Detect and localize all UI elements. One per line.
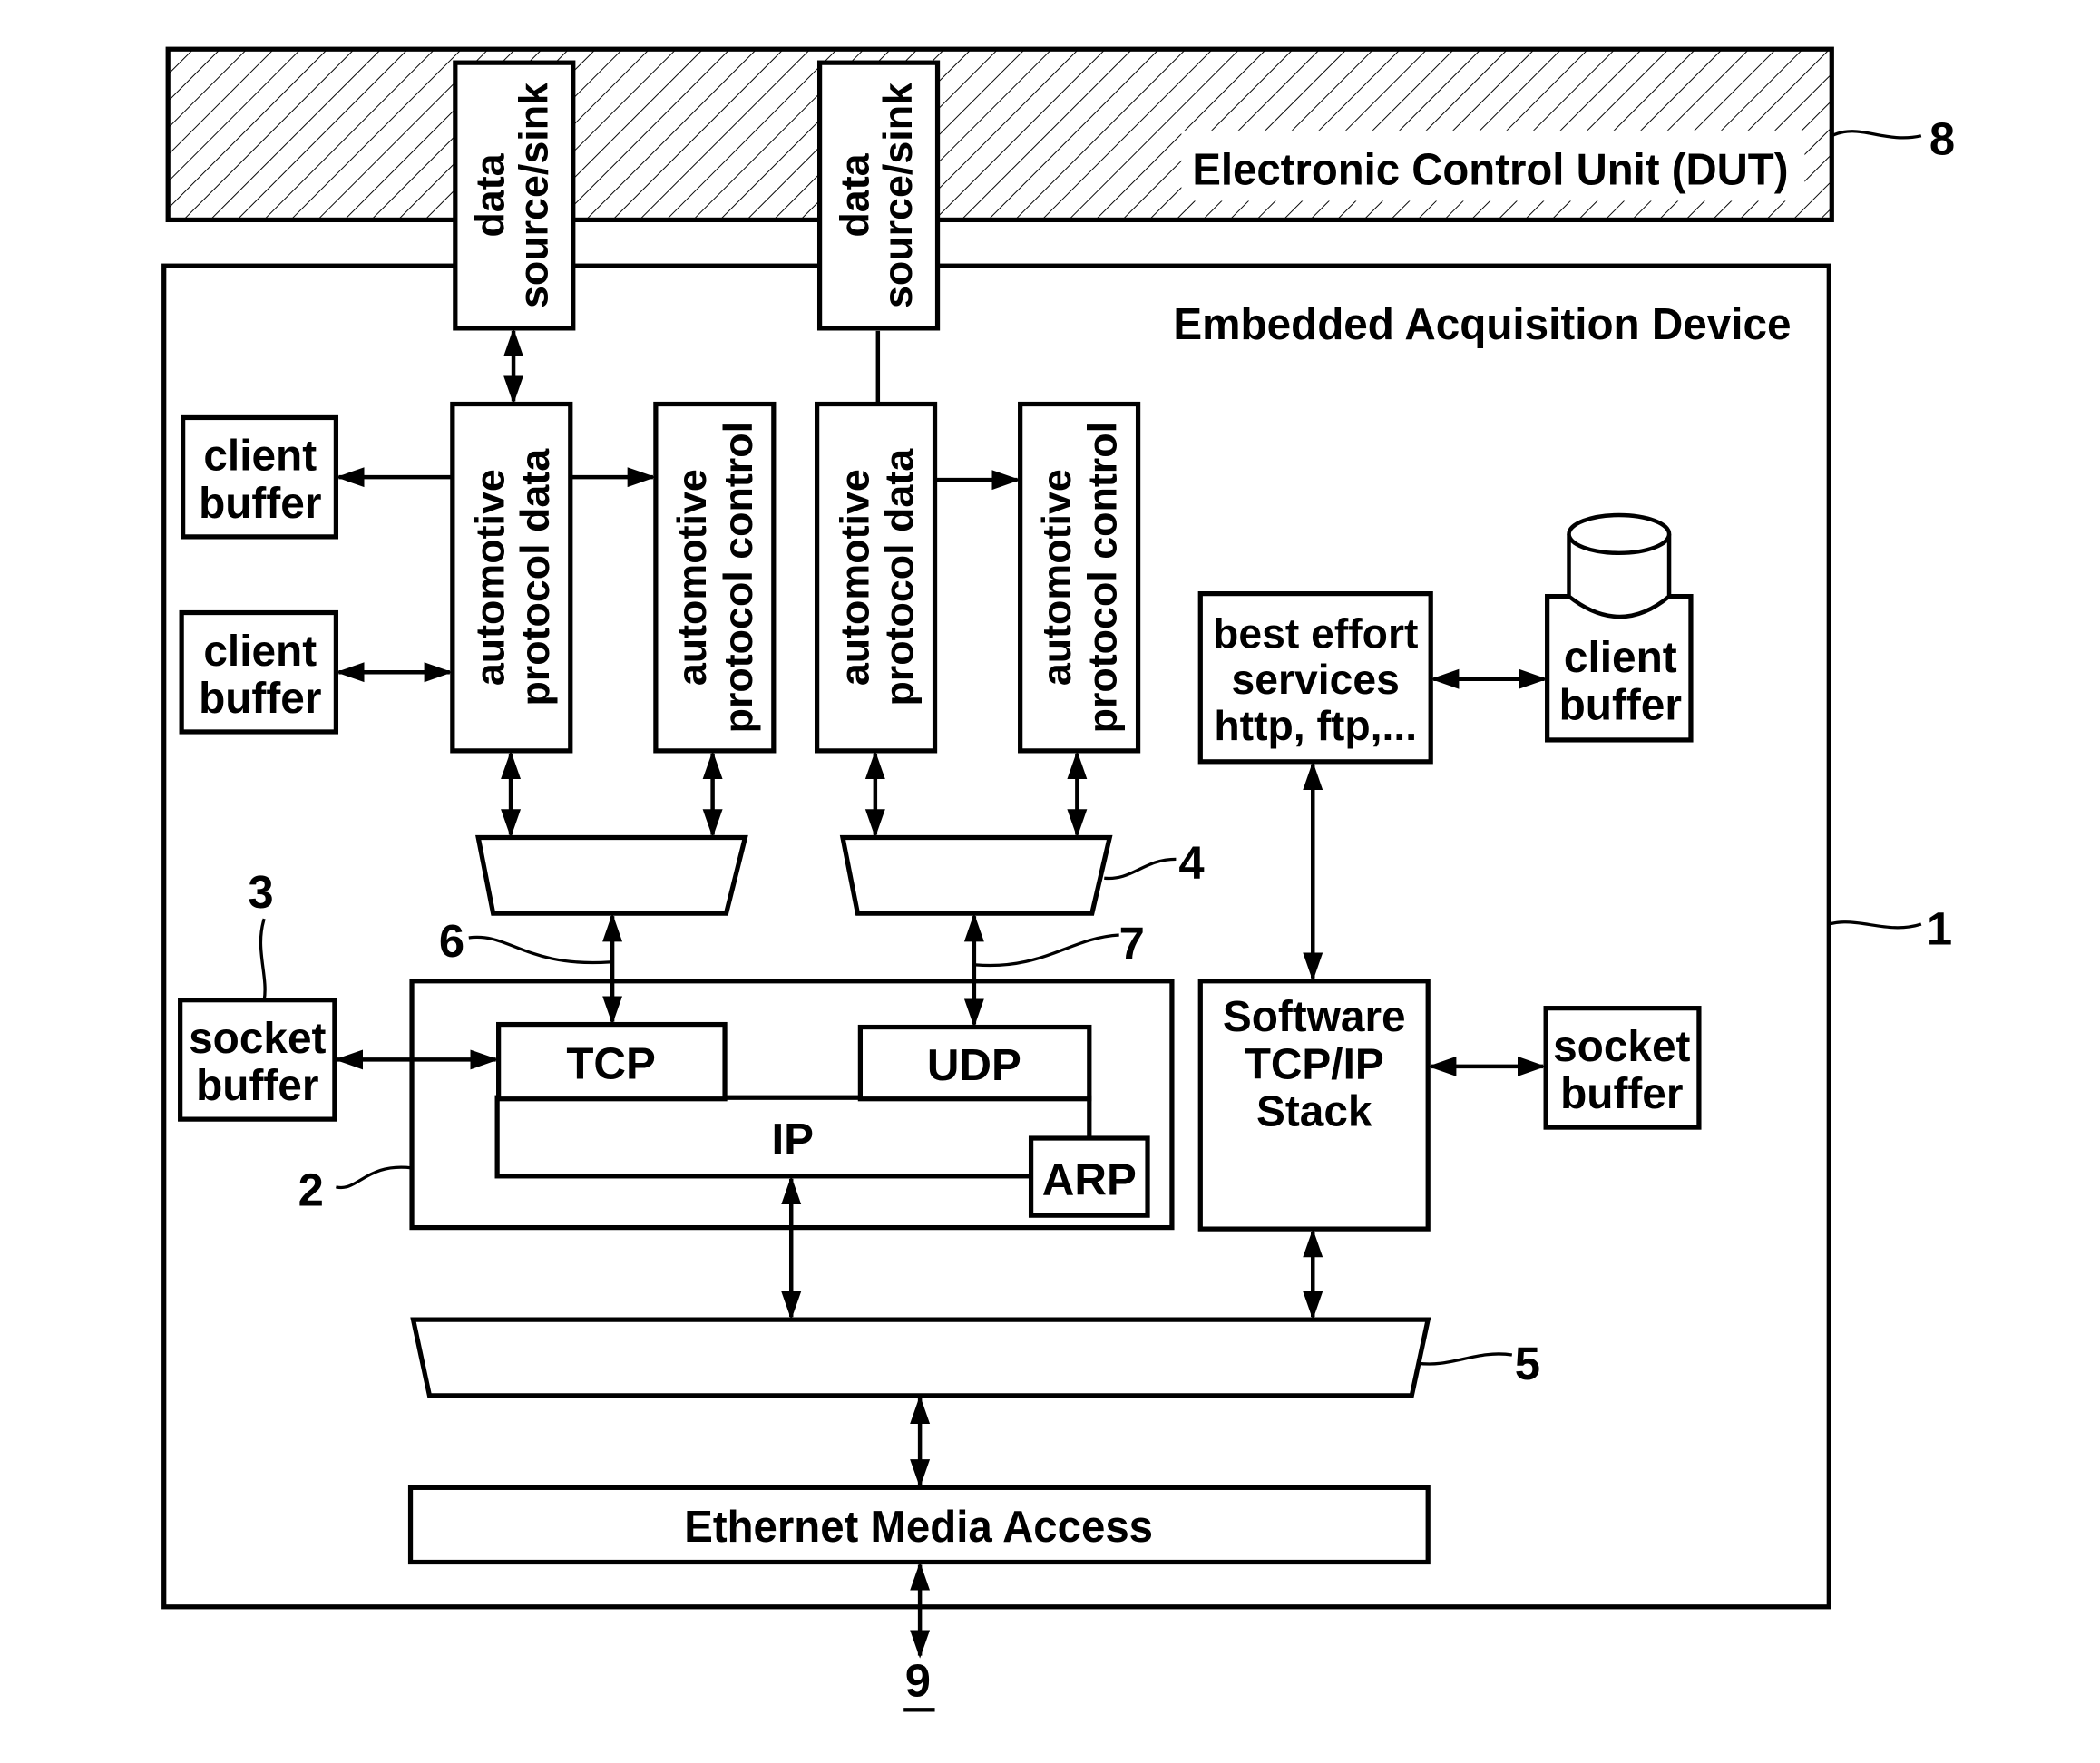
udp-link-ref-number: 7: [1119, 918, 1145, 969]
svg-text:data: data: [832, 152, 877, 237]
svg-text:buffer: buffer: [1559, 682, 1682, 730]
protocol-data-2: automotive protocol data: [814, 401, 938, 754]
tcp-label: TCP: [566, 1038, 656, 1088]
svg-text:protocol control: protocol control: [1080, 422, 1126, 733]
mux-lower: [410, 1317, 1431, 1398]
svg-text:Software: Software: [1223, 993, 1406, 1041]
svg-text:source/sink: source/sink: [875, 83, 921, 308]
svg-text:automotive: automotive: [468, 469, 513, 686]
udp-label: UDP: [927, 1040, 1021, 1090]
ecu-label: Electronic Control Unit (DUT): [1192, 145, 1788, 195]
mux-right: [839, 834, 1113, 916]
svg-text:client: client: [203, 628, 317, 676]
block-diagram: Electronic Control Unit (DUT) 8 Embedded…: [161, 46, 1955, 1712]
tcp-link-ref-number: 6: [439, 915, 464, 967]
arp-label: ARP: [1042, 1155, 1137, 1205]
socket-buffer-ref-number: 3: [248, 866, 273, 918]
ethernet-ref-number: 9: [905, 1654, 931, 1706]
socket-buffer-2: socket buffer: [1543, 1006, 1702, 1130]
svg-text:protocol control: protocol control: [716, 422, 761, 733]
svg-text:source/sink: source/sink: [511, 83, 556, 308]
ethernet-label: Ethernet Media Access: [684, 1502, 1153, 1552]
svg-text:socket: socket: [1553, 1023, 1690, 1071]
device-label: Embedded Acquisition Device: [1173, 299, 1791, 349]
mux-left: [475, 834, 748, 916]
socket-buffer-1: socket buffer: [178, 998, 337, 1122]
device-ref-number: 1: [1927, 902, 1952, 954]
svg-text:automotive: automotive: [1034, 469, 1079, 686]
svg-text:automotive: automotive: [832, 469, 877, 686]
svg-text:buffer: buffer: [199, 480, 321, 528]
protocol-control-1: automotive protocol control: [653, 401, 777, 754]
svg-text:client: client: [203, 433, 317, 481]
mux-ref-number: 4: [1178, 836, 1204, 888]
svg-text:automotive: automotive: [669, 469, 715, 686]
ip-label: IP: [771, 1115, 814, 1164]
client-buffer-1: client buffer: [181, 414, 339, 540]
svg-text:buffer: buffer: [199, 675, 321, 723]
best-effort-services: best effort services http, ftp,...: [1197, 591, 1433, 765]
svg-text:client: client: [1564, 634, 1677, 682]
software-tcpip-stack: Software TCP/IP Stack: [1197, 979, 1431, 1232]
svg-text:Stack: Stack: [1256, 1088, 1372, 1136]
device-ref-leader: [1828, 920, 1922, 930]
svg-text:protocol data: protocol data: [513, 448, 558, 706]
svg-text:data: data: [468, 152, 513, 237]
svg-text:buffer: buffer: [1560, 1070, 1683, 1118]
device-frame: [161, 263, 1831, 1610]
svg-text:best effort: best effort: [1213, 609, 1418, 657]
svg-text:socket: socket: [189, 1015, 326, 1063]
protocol-data-1: automotive protocol data: [450, 401, 573, 754]
svg-text:TCP/IP: TCP/IP: [1245, 1040, 1384, 1088]
svg-text:http, ftp,...: http, ftp,...: [1214, 702, 1417, 749]
data-source-sink-1: data source/sink: [453, 60, 576, 331]
client-buffer-2: client buffer: [179, 609, 339, 735]
svg-text:buffer: buffer: [196, 1062, 318, 1110]
svg-text:services: services: [1232, 656, 1400, 703]
ecu-ref-leader: [1831, 130, 1922, 140]
data-source-sink-2: data source/sink: [816, 60, 941, 331]
ecu-block: Electronic Control Unit (DUT): [165, 46, 1834, 223]
client-buffer-storage: client buffer: [1545, 512, 1694, 743]
mux-lower-ref-number: 5: [1515, 1338, 1540, 1389]
svg-text:protocol data: protocol data: [877, 448, 923, 706]
hw-stack-ref-number: 2: [298, 1164, 324, 1216]
ecu-ref-number: 8: [1929, 113, 1955, 165]
protocol-control-2: automotive protocol control: [1018, 401, 1141, 754]
